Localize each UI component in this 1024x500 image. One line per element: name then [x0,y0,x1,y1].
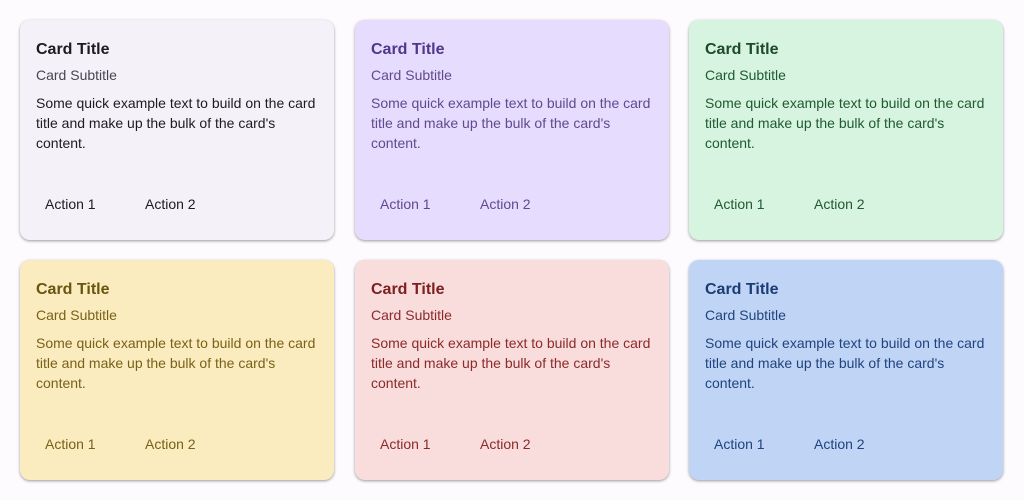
card-title: Card Title [705,41,779,58]
action-2-button[interactable]: Action 2 [806,188,915,220]
card-title: Card Title [705,281,779,298]
card-text: Some quick example text to build on the … [36,335,316,391]
action-1-button[interactable]: Action 1 [363,428,472,460]
action-1-button[interactable]: Action 1 [697,428,806,460]
card-text: Some quick example text to build on the … [705,95,985,151]
card-actions: Action 1 Action 2 [28,188,246,220]
card-actions: Action 1 Action 2 [363,428,581,460]
action-2-button[interactable]: Action 2 [137,188,246,220]
action-2-button[interactable]: Action 2 [472,428,581,460]
action-2-button[interactable]: Action 2 [137,428,246,460]
card-title: Card Title [371,41,445,58]
card-green: Card Title Card Subtitle Some quick exam… [689,20,1003,240]
card-subtitle: Card Subtitle [705,67,786,83]
action-1-button[interactable]: Action 1 [28,428,137,460]
card-subtitle: Card Subtitle [36,307,117,323]
card-subtitle: Card Subtitle [705,307,786,323]
card-neutral: Card Title Card Subtitle Some quick exam… [20,20,334,240]
card-text: Some quick example text to build on the … [371,335,651,391]
card-text: Some quick example text to build on the … [36,95,316,151]
card-grid: Card Title Card Subtitle Some quick exam… [0,0,1024,500]
card-subtitle: Card Subtitle [371,307,452,323]
action-1-button[interactable]: Action 1 [28,188,137,220]
card-actions: Action 1 Action 2 [363,188,581,220]
card-actions: Action 1 Action 2 [697,428,915,460]
card-actions: Action 1 Action 2 [697,188,915,220]
card-title: Card Title [371,281,445,298]
card-title: Card Title [36,281,110,298]
action-2-button[interactable]: Action 2 [806,428,915,460]
card-title: Card Title [36,41,110,58]
action-1-button[interactable]: Action 1 [363,188,472,220]
card-purple: Card Title Card Subtitle Some quick exam… [355,20,669,240]
card-text: Some quick example text to build on the … [705,335,985,391]
card-yellow: Card Title Card Subtitle Some quick exam… [20,260,334,480]
action-2-button[interactable]: Action 2 [472,188,581,220]
card-text: Some quick example text to build on the … [371,95,651,151]
card-red: Card Title Card Subtitle Some quick exam… [355,260,669,480]
card-subtitle: Card Subtitle [371,67,452,83]
card-blue: Card Title Card Subtitle Some quick exam… [689,260,1003,480]
card-subtitle: Card Subtitle [36,67,117,83]
action-1-button[interactable]: Action 1 [697,188,806,220]
card-actions: Action 1 Action 2 [28,428,246,460]
